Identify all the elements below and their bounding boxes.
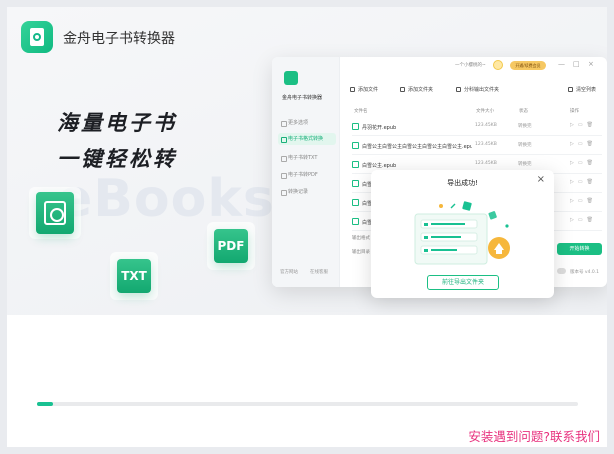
- app-title: 金舟电子书转换器: [63, 31, 175, 47]
- installer-window: eBooks 金舟电子书转换器 海量电子书 一键轻松转 TXT PDF 金舟电子…: [7, 7, 607, 447]
- user-name: 一个小樱桃的~: [455, 63, 486, 68]
- slogan-line-2: 一键轻松转: [57, 147, 177, 171]
- export-success-dialog: 导出成功! × 前往导出文件夹: [371, 170, 554, 298]
- open-export-folder-button: 前往导出文件夹: [427, 275, 499, 290]
- add-folder-button: 添加文件夹: [400, 86, 433, 93]
- watermark-text: eBooks: [57, 169, 275, 229]
- sidebar-item-to-pdf: 电子书转PDF: [278, 169, 336, 181]
- close-icon: ×: [588, 60, 594, 68]
- preview-topbar: 一个小樱桃的~ 开通/续费会员 — □ ×: [340, 57, 607, 75]
- support-link: 在线客服: [310, 270, 328, 275]
- row-actions: ▷▭🗑: [570, 179, 597, 185]
- row-actions: ▷▭🗑: [570, 217, 597, 223]
- row-actions: ▷▭🗑: [570, 141, 597, 147]
- col-filename: 文件名: [354, 109, 368, 114]
- install-progress-bar: [37, 402, 578, 406]
- toggle-switch: [557, 268, 566, 274]
- start-convert-button: 开始转换: [557, 243, 602, 255]
- sidebar-item-format-convert: 电子书格式转换: [278, 133, 336, 145]
- add-file-button: 添加文件: [350, 86, 378, 93]
- export-illustration-icon: [414, 201, 510, 265]
- dialog-title: 导出成功!: [447, 179, 478, 187]
- sidebar-item-history: 转换记录: [278, 186, 336, 198]
- clear-list-button: 清空列表: [568, 86, 596, 93]
- sidebar-item-more: 更多选项: [278, 117, 336, 129]
- install-help-link[interactable]: 安装遇到问题?联系我们: [468, 426, 600, 445]
- vip-badge: 开通/续费会员: [510, 61, 546, 70]
- txt-badge-icon: TXT: [117, 259, 151, 293]
- table-header: 文件名 文件大小 状态 操作: [352, 106, 602, 116]
- minimize-icon: —: [558, 60, 565, 68]
- output-format-label: 输出格式: [352, 236, 370, 241]
- row-actions: ▷▭🗑: [570, 160, 597, 166]
- pdf-badge-icon: PDF: [214, 229, 248, 263]
- hero-banner: eBooks 金舟电子书转换器 海量电子书 一键轻松转 TXT PDF 金舟电子…: [7, 7, 607, 315]
- slogan-line-1: 海量电子书: [57, 111, 177, 135]
- official-site-link: 官方网站: [280, 270, 298, 275]
- version-label: 版本号 v4.0.1: [570, 270, 600, 275]
- maximize-icon: □: [573, 60, 580, 68]
- output-folder-button: 分科输出文件夹: [456, 86, 499, 93]
- row-actions: ▷▭🗑: [570, 198, 597, 204]
- preview-app-name: 金舟电子书转换器: [282, 95, 323, 101]
- col-actions: 操作: [570, 109, 579, 114]
- table-row: 白雪公主白雪公主白雪公主白雪公主白雪公主.epub 123.45KB 转换完 ▷▭🗑: [352, 136, 602, 155]
- app-logo-icon: [21, 21, 53, 53]
- table-row: 丹羽花开.epub 123.45KB 转换完 ▷▭🗑: [352, 117, 602, 136]
- output-path-label: 输出目录: [352, 250, 370, 255]
- preview-logo-icon: [284, 71, 298, 85]
- sidebar-item-to-txt: 电子书转TXT: [278, 152, 336, 164]
- avatar: [493, 60, 503, 70]
- preview-sidebar: 金舟电子书转换器 更多选项 电子书格式转换 电子书转TXT 电子书转PDF 转换…: [272, 57, 340, 287]
- refresh-book-icon: [36, 192, 74, 234]
- col-size: 文件大小: [476, 109, 494, 114]
- col-status: 状态: [519, 109, 528, 114]
- dialog-close-icon: ×: [536, 174, 545, 185]
- progress-fill: [37, 402, 54, 406]
- preview-toolbar: 添加文件 添加文件夹 分科输出文件夹 清空列表: [340, 83, 607, 97]
- row-actions: ▷▭🗑: [570, 122, 597, 128]
